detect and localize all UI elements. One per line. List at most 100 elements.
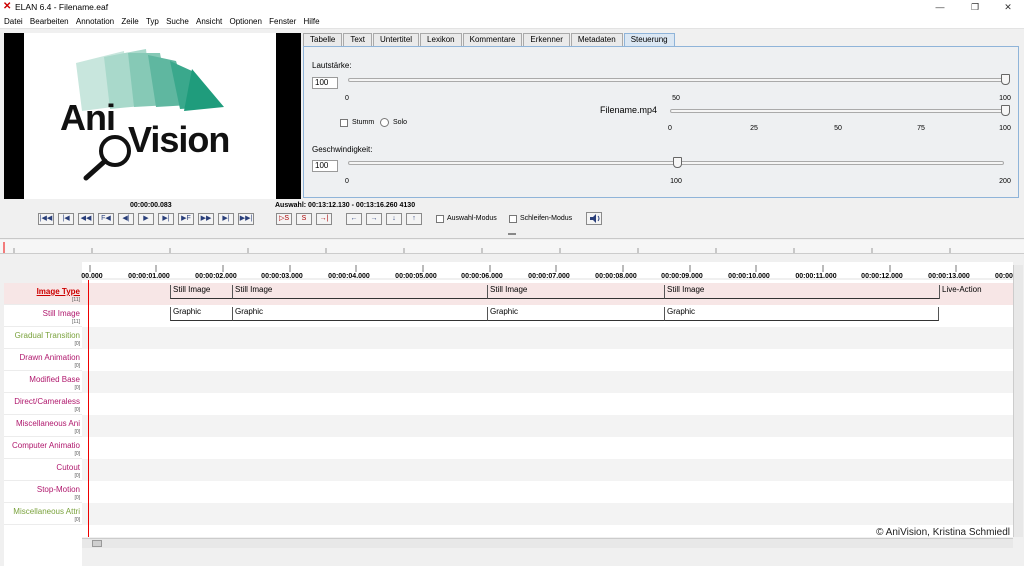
- tier-row[interactable]: [82, 327, 1013, 349]
- tier-label-miscellaneous-attri[interactable]: Miscellaneous Attri [0]: [4, 503, 82, 525]
- tab-steuerung[interactable]: Steuerung: [623, 33, 675, 47]
- ruler-tick-9: 00:00:09.000: [661, 273, 703, 280]
- overview-strip[interactable]: [0, 240, 1024, 254]
- tier-row[interactable]: [82, 371, 1013, 393]
- previous-pixel-button[interactable]: ◀|: [118, 213, 134, 225]
- tab-metadaten[interactable]: Metadaten: [570, 33, 623, 47]
- arrow-right-button[interactable]: →: [366, 213, 382, 225]
- arrow-left-button[interactable]: ←: [346, 213, 362, 225]
- tier-row[interactable]: [82, 349, 1013, 371]
- menu-suche[interactable]: Suche: [166, 14, 189, 29]
- close-button[interactable]: ✕: [993, 0, 1023, 14]
- media-volume-thumb[interactable]: [1001, 105, 1010, 116]
- tier-row[interactable]: [82, 415, 1013, 437]
- tier-row[interactable]: [82, 503, 1013, 525]
- step-forward-button[interactable]: ▶▶: [198, 213, 214, 225]
- selection-end-button[interactable]: →|: [316, 213, 332, 225]
- tab-kommentare[interactable]: Kommentare: [462, 33, 523, 47]
- arrow-up-button[interactable]: ↑: [406, 213, 422, 225]
- tier-row-still-image[interactable]: Graphic Graphic Graphic Graphic: [82, 305, 1013, 327]
- tier-row[interactable]: [82, 437, 1013, 459]
- tab-lexikon[interactable]: Lexikon: [420, 33, 462, 47]
- menu-zeile[interactable]: Zeile: [121, 14, 138, 29]
- annotation[interactable]: Live-Action: [939, 285, 1013, 299]
- volume-slider-thumb[interactable]: [1001, 74, 1010, 85]
- tier-label-stop-motion[interactable]: Stop-Motion [0]: [4, 481, 82, 503]
- minimize-button[interactable]: —: [925, 0, 955, 14]
- vertical-scrollbar[interactable]: [1013, 265, 1023, 537]
- media-file-label: Filename.mp4: [600, 105, 658, 115]
- menu-hilfe[interactable]: Hilfe: [304, 14, 320, 29]
- speed-tick-200: 200: [999, 178, 1011, 185]
- selection-mode-checkbox[interactable]: [436, 215, 444, 223]
- volume-input[interactable]: 100: [312, 77, 338, 89]
- annotation[interactable]: Graphic: [232, 307, 487, 321]
- solo-radio[interactable]: [380, 118, 389, 127]
- tab-erkenner[interactable]: Erkenner: [523, 33, 570, 47]
- tier-label-direct-cameraless[interactable]: Direct/Cameraless [0]: [4, 393, 82, 415]
- maximize-button[interactable]: ❐: [960, 0, 990, 14]
- media-volume-track[interactable]: [670, 109, 1004, 113]
- menu-datei[interactable]: Datei: [4, 14, 23, 29]
- annotation[interactable]: Still Image: [664, 285, 939, 299]
- tier-label-drawn-animation[interactable]: Drawn Animation [0]: [4, 349, 82, 371]
- tab-text[interactable]: Text: [343, 33, 373, 47]
- step-back-button[interactable]: ◀◀: [78, 213, 94, 225]
- go-to-begin-button[interactable]: |◀◀: [38, 213, 54, 225]
- selection-info: Auswahl: 00:13:12.130 - 00:13:16.260 413…: [275, 202, 416, 209]
- media-tick-100: 100: [999, 125, 1011, 132]
- tier-row[interactable]: [82, 459, 1013, 481]
- ruler-tick-0: 00.000: [81, 273, 103, 280]
- ruler-tick-11: 00:00:11.000: [795, 273, 837, 280]
- tier-label-gradual-transition[interactable]: Gradual Transition [0]: [4, 327, 82, 349]
- menu-annotation[interactable]: Annotation: [76, 14, 114, 29]
- next-scroll-button[interactable]: ▶F: [178, 213, 194, 225]
- speed-slider-thumb[interactable]: [673, 157, 682, 168]
- tier-label-cutout[interactable]: Cutout [0]: [4, 459, 82, 481]
- tier-label-still-image[interactable]: Still Image [11]: [4, 305, 82, 327]
- previous-scroll-button[interactable]: F◀: [98, 213, 114, 225]
- timeline-ruler[interactable]: 00.000 00:00:01.000 00:00:02.000 00:00:0…: [81, 262, 1013, 280]
- annotation[interactable]: Graphic: [487, 307, 664, 321]
- mute-checkbox[interactable]: [340, 119, 348, 127]
- next-frame-button[interactable]: ▶|: [218, 213, 234, 225]
- play-button[interactable]: ▶: [138, 213, 154, 225]
- menu-ansicht[interactable]: Ansicht: [196, 14, 222, 29]
- tier-label-miscellaneous-ani[interactable]: Miscellaneous Ani [0]: [4, 415, 82, 437]
- tier-row-image-type[interactable]: Still Image Still Image Still Image Stil…: [82, 283, 1013, 305]
- annotation[interactable]: Still Image: [232, 285, 487, 299]
- current-time: 00:00:00.083: [130, 202, 172, 209]
- speaker-icon[interactable]: [586, 212, 602, 225]
- go-to-end-button[interactable]: ▶▶|: [238, 213, 254, 225]
- loop-mode-checkbox[interactable]: [509, 215, 517, 223]
- splitter-handle[interactable]: [508, 233, 516, 235]
- clear-selection-button[interactable]: S: [296, 213, 312, 225]
- play-selection-button[interactable]: ▷S: [276, 213, 292, 225]
- menu-optionen[interactable]: Optionen: [229, 14, 261, 29]
- menu-bearbeiten[interactable]: Bearbeiten: [30, 14, 69, 29]
- menu-typ[interactable]: Typ: [146, 14, 159, 29]
- tier-label-computer-animation[interactable]: Computer Animatio [0]: [4, 437, 82, 459]
- tab-tabelle[interactable]: Tabelle: [303, 33, 343, 47]
- tier-label-modified-base[interactable]: Modified Base [0]: [4, 371, 82, 393]
- ruler-tick-14: 00:00: [995, 273, 1013, 280]
- scroll-thumb[interactable]: [92, 540, 102, 547]
- annotation-grid[interactable]: Still Image Still Image Still Image Stil…: [82, 280, 1013, 537]
- menu-fenster[interactable]: Fenster: [269, 14, 296, 29]
- mute-label: Stumm: [352, 119, 375, 126]
- tier-label-image-type[interactable]: Image Type [11]: [4, 283, 82, 305]
- horizontal-scrollbar[interactable]: [82, 538, 1013, 548]
- speed-input[interactable]: 100: [312, 160, 338, 172]
- video-viewer[interactable]: Ani Vision: [4, 33, 301, 199]
- previous-frame-button[interactable]: |◀: [58, 213, 74, 225]
- arrow-down-button[interactable]: ↓: [386, 213, 402, 225]
- tier-row[interactable]: [82, 481, 1013, 503]
- annotation[interactable]: Still Image: [170, 285, 232, 299]
- annotation[interactable]: Still Image: [487, 285, 664, 299]
- tier-row[interactable]: [82, 393, 1013, 415]
- tab-untertitel[interactable]: Untertitel: [373, 33, 420, 47]
- annotation[interactable]: Graphic: [170, 307, 232, 321]
- annotation[interactable]: Graphic: [664, 307, 939, 321]
- volume-slider-track[interactable]: [348, 78, 1004, 82]
- next-pixel-button[interactable]: ▶|: [158, 213, 174, 225]
